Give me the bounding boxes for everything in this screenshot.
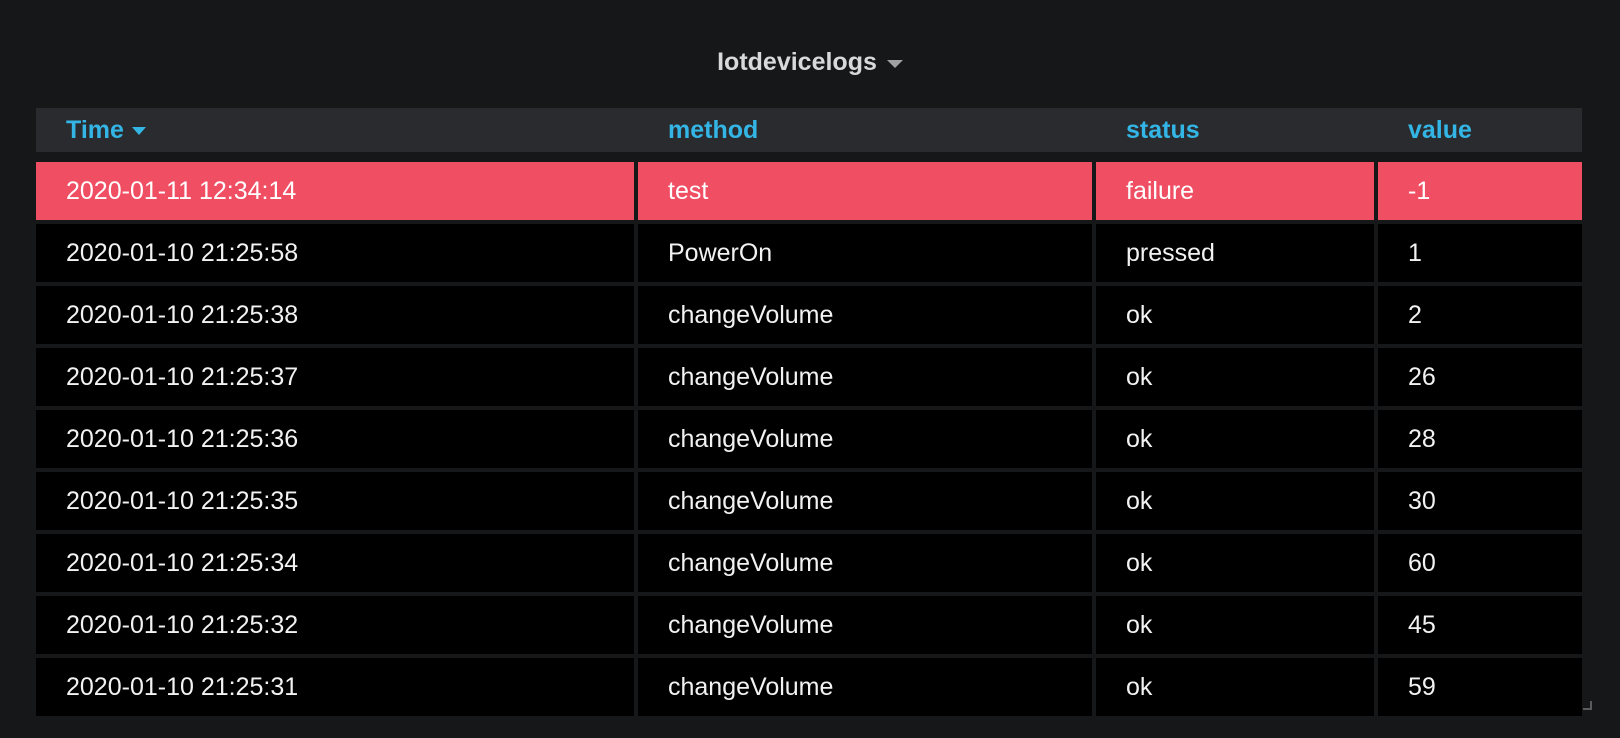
cell-time: 2020-01-10 21:25:58 [36, 224, 634, 282]
panel-header: Iotdevicelogs [0, 42, 1620, 82]
column-header-label[interactable]: method [668, 116, 758, 145]
cell-method: test [638, 162, 1092, 220]
cell-method: changeVolume [638, 534, 1092, 592]
cell-status: ok [1096, 534, 1374, 592]
cell-value: 60 [1378, 534, 1582, 592]
cell-status: ok [1096, 658, 1374, 716]
table-row: 2020-01-10 21:25:31 changeVolume ok 59 [36, 658, 1582, 716]
cell-value: 45 [1378, 596, 1582, 654]
resize-handle[interactable] [1583, 701, 1592, 710]
column-header-label[interactable]: status [1126, 116, 1200, 145]
cell-method: changeVolume [638, 658, 1092, 716]
cell-method: PowerOn [638, 224, 1092, 282]
cell-method: changeVolume [638, 472, 1092, 530]
cell-value: 28 [1378, 410, 1582, 468]
table-row: 2020-01-10 21:25:38 changeVolume ok 2 [36, 286, 1582, 344]
table-row: 2020-01-10 21:25:36 changeVolume ok 28 [36, 410, 1582, 468]
sort-desc-icon[interactable] [131, 127, 146, 135]
column-header-label[interactable]: Time [66, 116, 124, 145]
cell-time: 2020-01-10 21:25:32 [36, 596, 634, 654]
column-header-label[interactable]: value [1408, 116, 1472, 145]
column-header-value[interactable]: value [1378, 116, 1582, 145]
cell-time: 2020-01-10 21:25:38 [36, 286, 634, 344]
cell-status: pressed [1096, 224, 1374, 282]
table-row: 2020-01-10 21:25:37 changeVolume ok 26 [36, 348, 1582, 406]
logs-table: Time method status value 2020-01-11 12:3… [36, 108, 1582, 716]
table-row: 2020-01-10 21:25:35 changeVolume ok 30 [36, 472, 1582, 530]
cell-value: 30 [1378, 472, 1582, 530]
cell-method: changeVolume [638, 410, 1092, 468]
cell-time: 2020-01-10 21:25:35 [36, 472, 634, 530]
table-row: 2020-01-10 21:25:58 PowerOn pressed 1 [36, 224, 1582, 282]
table-row: 2020-01-10 21:25:32 changeVolume ok 45 [36, 596, 1582, 654]
cell-method: changeVolume [638, 286, 1092, 344]
cell-time: 2020-01-11 12:34:14 [36, 162, 634, 220]
cell-time: 2020-01-10 21:25:34 [36, 534, 634, 592]
cell-value: 2 [1378, 286, 1582, 344]
table-panel: Iotdevicelogs Time method status value 2… [0, 0, 1620, 738]
cell-status: ok [1096, 472, 1374, 530]
cell-value: 59 [1378, 658, 1582, 716]
column-header-status[interactable]: status [1096, 116, 1378, 145]
cell-method: changeVolume [638, 348, 1092, 406]
cell-status: ok [1096, 348, 1374, 406]
column-header-time[interactable]: Time [36, 116, 638, 145]
cell-time: 2020-01-10 21:25:31 [36, 658, 634, 716]
cell-status: ok [1096, 596, 1374, 654]
chevron-down-icon[interactable] [886, 59, 903, 68]
cell-method: changeVolume [638, 596, 1092, 654]
table-row: 2020-01-10 21:25:34 changeVolume ok 60 [36, 534, 1582, 592]
cell-value: 1 [1378, 224, 1582, 282]
cell-time: 2020-01-10 21:25:36 [36, 410, 634, 468]
cell-time: 2020-01-10 21:25:37 [36, 348, 634, 406]
table-header: Time method status value [36, 108, 1582, 152]
table-body[interactable]: 2020-01-11 12:34:14 test failure -1 2020… [36, 162, 1582, 716]
cell-value: 26 [1378, 348, 1582, 406]
panel-title-menu[interactable]: Iotdevicelogs [717, 48, 903, 77]
panel-title[interactable]: Iotdevicelogs [717, 48, 877, 77]
table-row: 2020-01-11 12:34:14 test failure -1 [36, 162, 1582, 220]
cell-status: failure [1096, 162, 1374, 220]
cell-status: ok [1096, 410, 1374, 468]
cell-value: -1 [1378, 162, 1582, 220]
cell-status: ok [1096, 286, 1374, 344]
column-header-method[interactable]: method [638, 116, 1096, 145]
